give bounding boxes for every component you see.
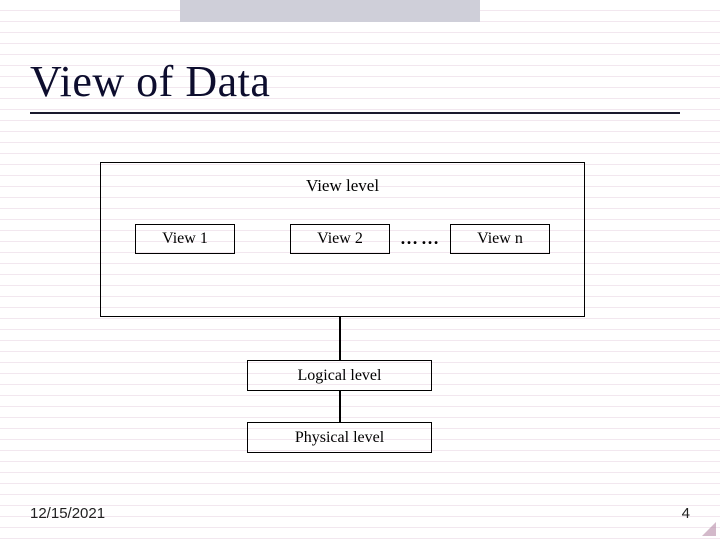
physical-level-box: Physical level <box>247 422 432 453</box>
view-n-label: View n <box>477 230 523 248</box>
ellipsis-dots: …… <box>400 228 442 249</box>
corner-fold-icon <box>702 522 716 536</box>
footer-page-number: 4 <box>682 505 690 522</box>
title-underline <box>30 112 680 114</box>
slide-title: View of Data <box>30 56 270 107</box>
view-2-label: View 2 <box>317 230 363 248</box>
view-2-box: View 2 <box>290 224 390 254</box>
connector-logical-to-physical <box>339 391 341 422</box>
view-1-label: View 1 <box>162 230 208 248</box>
slide-content: View of Data View level View 1 View 2 ……… <box>0 0 720 540</box>
physical-level-label: Physical level <box>295 429 384 447</box>
connector-view-to-logical <box>339 317 341 360</box>
view-1-box: View 1 <box>135 224 235 254</box>
view-level-label: View level <box>100 176 585 196</box>
footer-date: 12/15/2021 <box>30 505 105 522</box>
view-n-box: View n <box>450 224 550 254</box>
logical-level-box: Logical level <box>247 360 432 391</box>
logical-level-label: Logical level <box>298 367 382 385</box>
